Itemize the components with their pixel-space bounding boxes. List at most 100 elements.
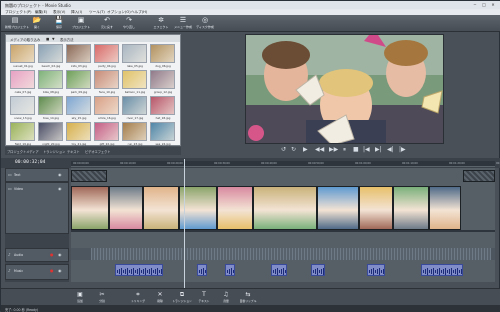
media-thumbnail[interactable]: [122, 96, 147, 115]
minimize-icon[interactable]: ─: [471, 2, 479, 8]
tab-text[interactable]: テキスト: [67, 149, 80, 154]
video-clip[interactable]: [359, 186, 393, 230]
media-thumbnail[interactable]: [122, 122, 147, 141]
media-thumbnail[interactable]: [94, 96, 119, 115]
video-clip[interactable]: [393, 186, 429, 230]
music-clip[interactable]: [271, 264, 287, 276]
music-clip[interactable]: [225, 264, 235, 276]
thumbnail-label: sea_24.jpg: [155, 142, 171, 146]
tab-video-effects[interactable]: ビデオエフェクト: [85, 149, 111, 154]
media-thumbnail[interactable]: [10, 122, 35, 141]
audio-waveform[interactable]: [91, 248, 491, 260]
tab-project-media[interactable]: プロジェクトメディア: [7, 149, 39, 154]
media-thumbnail[interactable]: [150, 70, 175, 89]
close-icon[interactable]: ✕: [489, 2, 497, 8]
project-button[interactable]: ▣ プロジェクト: [71, 16, 91, 31]
media-thumbnail[interactable]: [150, 96, 175, 115]
music-clip[interactable]: [197, 264, 207, 276]
ripple-button[interactable]: ⇆ 自動リップル: [237, 290, 259, 305]
rewind-icon[interactable]: ◀◀: [315, 146, 324, 153]
tab-transitions[interactable]: トランジション: [43, 149, 65, 154]
transition-button[interactable]: ⧉ トランジション: [171, 290, 193, 305]
video-track-bottom-bar: [71, 230, 495, 232]
split-button[interactable]: ✂ 分割: [91, 290, 113, 305]
volume-button[interactable]: ♫ 音量: [215, 290, 237, 305]
media-thumbnail[interactable]: [38, 44, 63, 63]
add-button[interactable]: ▣ 追加: [69, 290, 91, 305]
music-clip[interactable]: [421, 264, 463, 276]
open-button[interactable]: 📂 開く: [27, 16, 47, 31]
music-clip[interactable]: [311, 264, 325, 276]
save-button[interactable]: 💾 保存: [49, 16, 69, 31]
next-marker-icon[interactable]: |▶: [399, 146, 406, 153]
video-clip[interactable]: [253, 186, 317, 230]
video-clip[interactable]: [217, 186, 253, 230]
music-clip[interactable]: [367, 264, 385, 276]
media-thumbnail[interactable]: [38, 122, 63, 141]
delete-button[interactable]: ✕ 削除: [149, 290, 171, 305]
text-button[interactable]: T テキスト: [193, 290, 215, 305]
media-thumbnail[interactable]: [66, 70, 91, 89]
library-view-mode[interactable]: 表示方法: [60, 37, 74, 42]
media-thumbnail[interactable]: [66, 44, 91, 63]
library-view-icon[interactable]: ■: [46, 37, 49, 41]
video-clip[interactable]: [143, 186, 179, 230]
library-toolbar: メディアの取り込み ■ ▼ 表示方法: [6, 35, 180, 42]
media-thumbnail[interactable]: [122, 44, 147, 63]
play-icon[interactable]: ▶: [303, 146, 308, 153]
prev-marker-icon[interactable]: ◀|: [387, 146, 394, 153]
save-icon: 💾: [54, 16, 64, 24]
rewind-loop-icon[interactable]: ↺: [281, 146, 286, 153]
video-clip[interactable]: [317, 186, 359, 230]
prev-frame-icon[interactable]: |◀: [363, 146, 370, 153]
video-clip[interactable]: [71, 186, 109, 230]
menu-create-button[interactable]: ☰ メニュー作成: [173, 16, 193, 31]
media-thumbnail[interactable]: [10, 44, 35, 63]
new-project-button[interactable]: ▤ 新規プロジェクト: [5, 16, 29, 31]
track-mute-icon[interactable]: ◉: [58, 268, 62, 273]
next-frame-icon[interactable]: ▶|: [375, 146, 382, 153]
empty-clip-placeholder[interactable]: [71, 170, 107, 182]
video-clip[interactable]: [429, 186, 461, 230]
library-view-dropdown[interactable]: ▼: [52, 37, 55, 41]
empty-clip-placeholder[interactable]: [463, 170, 495, 182]
media-thumbnail[interactable]: [10, 96, 35, 115]
record-icon[interactable]: ●: [50, 252, 54, 257]
pause-icon[interactable]: ⏸: [343, 146, 346, 154]
track-header-music[interactable]: ♪ Music ● ◉: [5, 264, 69, 280]
track-mute-icon[interactable]: ◉: [58, 252, 62, 257]
fast-forward-icon[interactable]: ▶▶: [329, 146, 338, 153]
playhead[interactable]: [184, 159, 185, 291]
media-thumbnail[interactable]: [66, 122, 91, 141]
track-mute-icon[interactable]: ◉: [58, 186, 62, 191]
stop-icon[interactable]: ■: [353, 146, 359, 153]
track-mute-icon[interactable]: ◉: [58, 172, 62, 177]
forward-loop-icon[interactable]: ↻: [291, 146, 296, 153]
timeline-ruler[interactable]: 00:00:00;00 00:00:10;00 00:00:20;00 00:00:3…: [71, 161, 500, 167]
project-icon: ▣: [77, 16, 85, 24]
undo-button[interactable]: ↶ 元に戻す: [97, 16, 117, 31]
track-header-text[interactable]: ▭ Text ◉: [5, 168, 69, 182]
media-thumbnail[interactable]: [94, 70, 119, 89]
media-thumbnail[interactable]: [94, 44, 119, 63]
disc-create-button[interactable]: ◎ ディスク作成: [195, 16, 215, 31]
media-thumbnail[interactable]: [66, 96, 91, 115]
redo-button[interactable]: ↷ やり直し: [119, 16, 139, 31]
crop-button[interactable]: ⌗ トリミング: [127, 290, 149, 305]
media-thumbnail[interactable]: [38, 70, 63, 89]
media-thumbnail[interactable]: [10, 70, 35, 89]
media-thumbnail[interactable]: [150, 44, 175, 63]
media-thumbnail[interactable]: [150, 122, 175, 141]
track-header-video[interactable]: ▭ Video ◉: [5, 182, 69, 234]
media-thumbnail[interactable]: [122, 70, 147, 89]
record-icon[interactable]: ●: [50, 268, 54, 273]
video-clip[interactable]: [109, 186, 143, 230]
maximize-icon[interactable]: □: [480, 2, 488, 8]
effects-button[interactable]: ✲ エフェクト: [151, 16, 171, 31]
track-header-audio[interactable]: ♪ Audio ● ◉: [5, 248, 69, 262]
music-clip[interactable]: [115, 264, 163, 276]
media-thumbnail[interactable]: [38, 96, 63, 115]
import-media-button[interactable]: メディアの取り込み: [10, 37, 40, 42]
media-thumbnail[interactable]: [94, 122, 119, 141]
thumbnail-label: gift_22.jpg: [99, 142, 115, 146]
